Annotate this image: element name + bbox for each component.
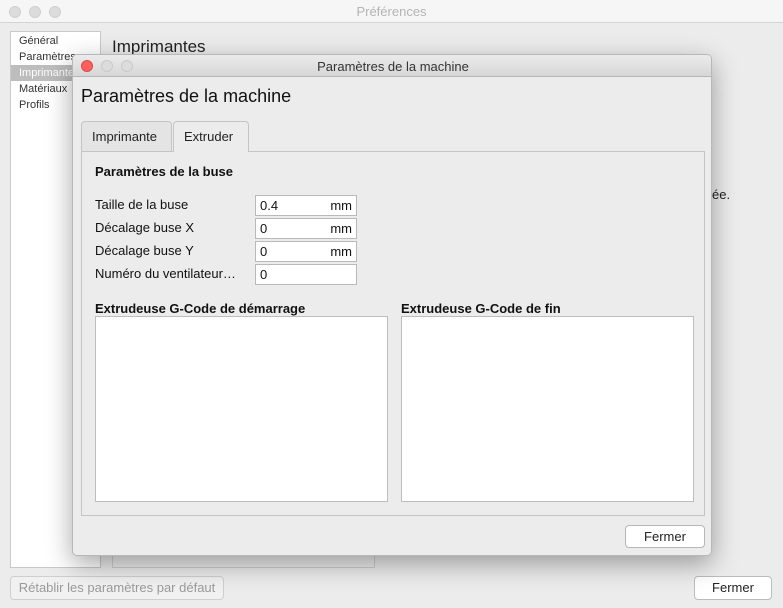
- nozzle-offset-y-label: Décalage buse Y: [95, 243, 194, 258]
- gcode-start-textarea[interactable]: [95, 316, 388, 502]
- dialog-title: Paramètres de la machine: [317, 59, 469, 74]
- sidebar-item-general[interactable]: Général: [11, 33, 100, 49]
- dialog-titlebar: Paramètres de la machine: [73, 55, 711, 77]
- nozzle-size-label: Taille de la buse: [95, 197, 189, 212]
- fan-number-field[interactable]: 0: [255, 264, 357, 285]
- gcode-start-label: Extrudeuse G-Code de démarrage: [95, 301, 306, 316]
- fan-number-value: 0: [260, 267, 268, 282]
- nozzle-offset-x-value: 0: [260, 221, 268, 236]
- dialog-close-button[interactable]: Fermer: [625, 525, 705, 548]
- nozzle-size-unit: mm: [330, 198, 352, 213]
- nozzle-size-value: 0.4: [260, 198, 279, 213]
- fan-number-label: Numéro du ventilateur…: [95, 266, 236, 281]
- nozzle-size-field[interactable]: 0.4 mm: [255, 195, 357, 216]
- preferences-close-button[interactable]: Fermer: [694, 576, 772, 600]
- gcode-end-label: Extrudeuse G-Code de fin: [401, 301, 561, 316]
- nozzle-offset-y-field[interactable]: 0 mm: [255, 241, 357, 262]
- gcode-end-textarea[interactable]: [401, 316, 694, 502]
- reset-defaults-button[interactable]: Rétablir les paramètres par défaut: [10, 576, 224, 600]
- nozzle-offset-x-label: Décalage buse X: [95, 220, 195, 235]
- tab-imprimante[interactable]: Imprimante: [81, 121, 172, 151]
- nozzle-offset-x-field[interactable]: 0 mm: [255, 218, 357, 239]
- preferences-titlebar: Préférences: [0, 0, 783, 23]
- dialog-heading: Paramètres de la machine: [81, 86, 292, 106]
- nozzle-offset-x-unit: mm: [330, 221, 352, 236]
- tab-extruder[interactable]: Extruder: [173, 121, 249, 152]
- machine-settings-dialog: Paramètres de la machine Paramètres de l…: [72, 54, 712, 556]
- nozzle-section-title: Paramètres de la buse: [95, 164, 234, 179]
- nozzle-offset-y-value: 0: [260, 244, 268, 259]
- truncated-text: ée.: [712, 187, 731, 202]
- nozzle-offset-y-unit: mm: [330, 244, 352, 259]
- preferences-title: Préférences: [356, 4, 427, 19]
